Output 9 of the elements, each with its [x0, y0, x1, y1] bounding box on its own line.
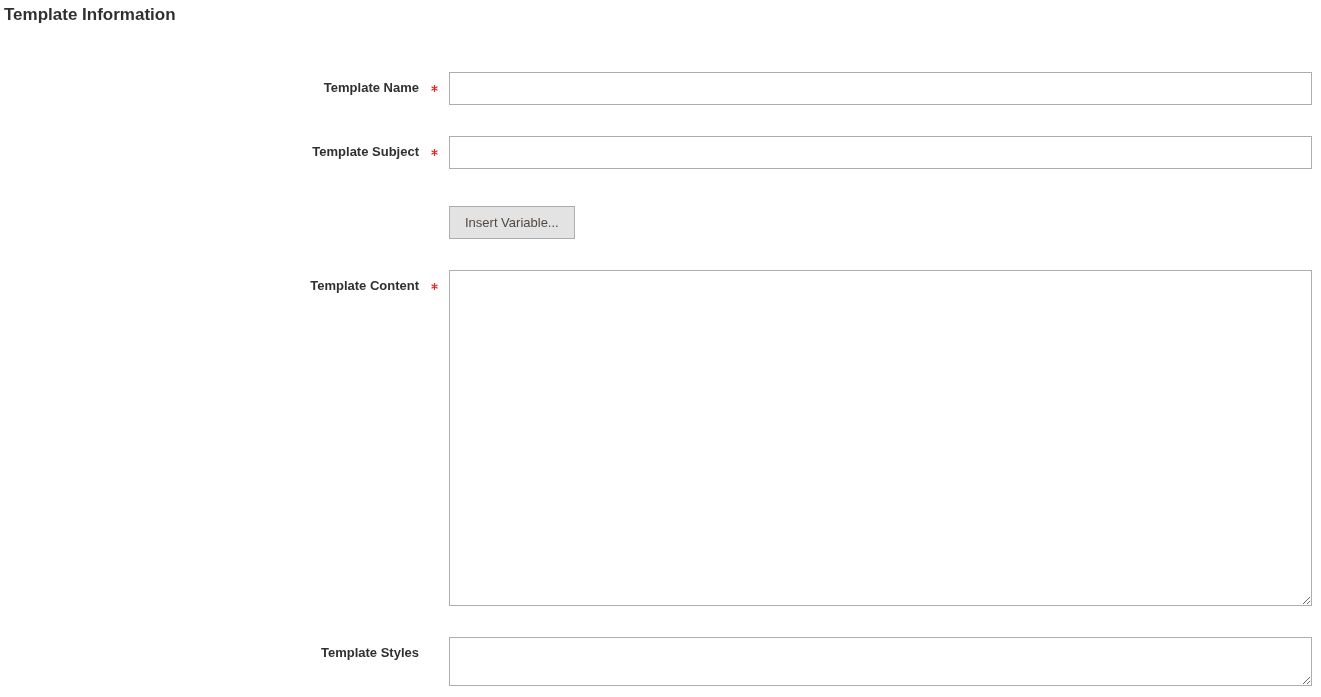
insert-variable-button[interactable]: Insert Variable...	[449, 206, 575, 239]
field-label: Template Subject	[312, 143, 419, 161]
field-label: Template Content	[310, 277, 419, 295]
field-label: Template Name	[323, 79, 419, 97]
text-field[interactable]	[449, 136, 1312, 169]
text-area[interactable]	[449, 637, 1312, 686]
section-title: Template Information	[4, 4, 177, 26]
text-field[interactable]	[449, 72, 1312, 105]
field-label: Template Styles	[320, 644, 419, 662]
